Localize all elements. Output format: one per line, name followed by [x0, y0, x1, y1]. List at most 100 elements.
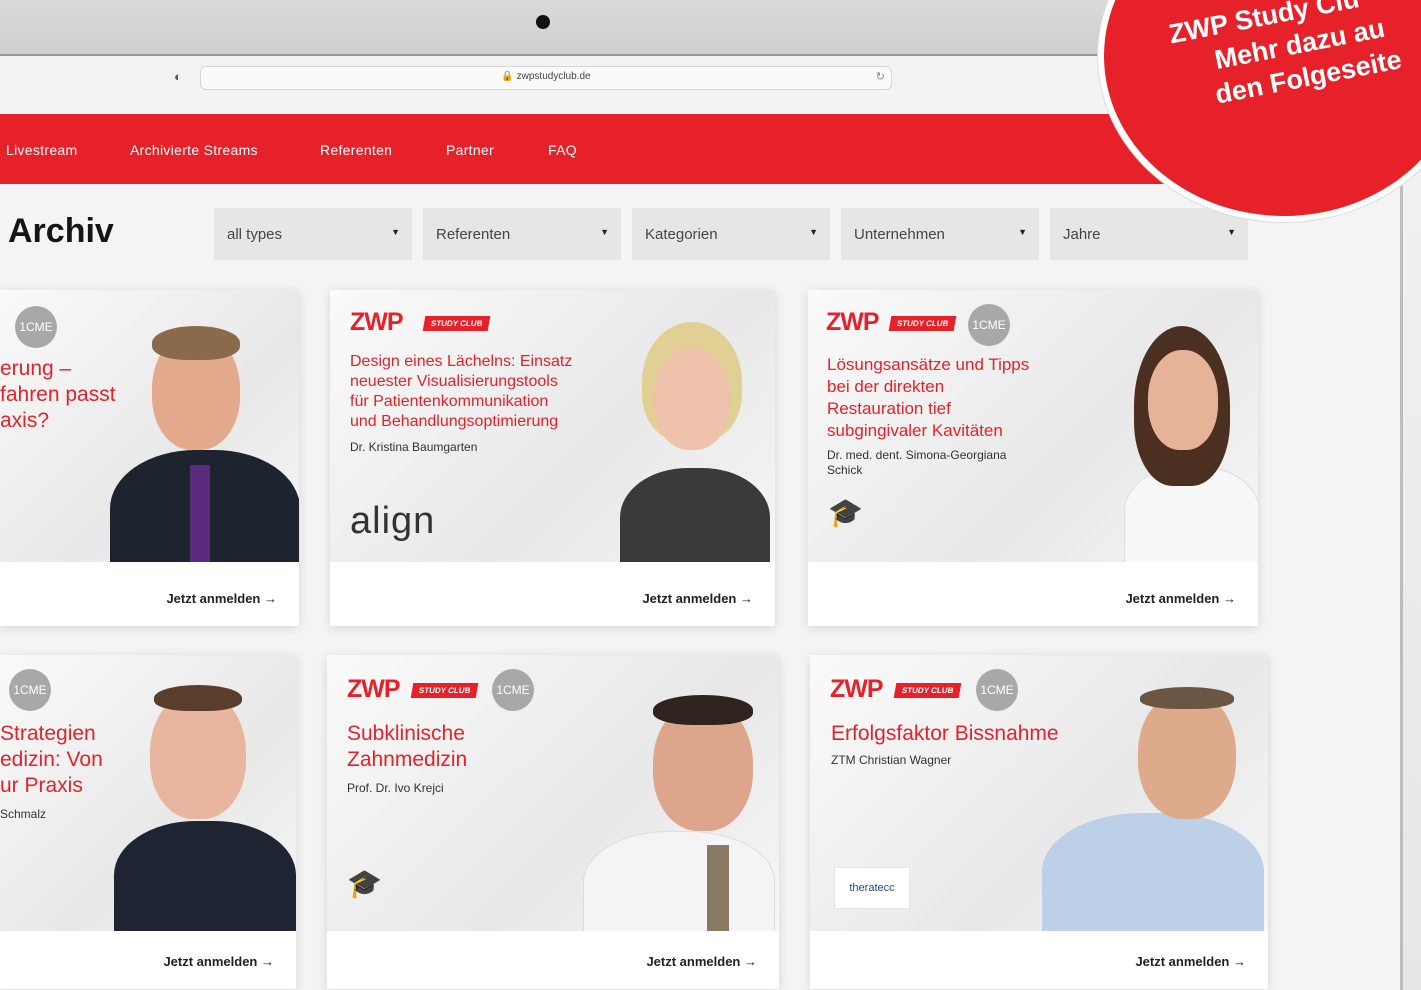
speaker-photo	[110, 681, 296, 931]
title-line: subgingivaler Kavitäten	[827, 421, 1003, 440]
nav-archived-streams[interactable]: Archivierte Streams	[130, 142, 258, 158]
title-line: für Patientenkommunikation	[350, 393, 549, 410]
filter-type[interactable]: all types ▼	[214, 208, 412, 260]
title-line: Restauration tief	[827, 399, 951, 418]
card-banner: ZWP STUDY CLUB Design eines Lächelns: Ei…	[330, 290, 775, 562]
title-line: ur Praxis	[0, 774, 83, 797]
register-label: Jetzt anmelden	[1135, 954, 1230, 969]
webinar-card[interactable]: 1CME Strategien edizin: Von ur Praxis Sc…	[0, 655, 296, 989]
register-button[interactable]: Jetzt anmelden →	[646, 954, 757, 969]
speaker-suit	[114, 821, 296, 931]
webinar-card[interactable]: ZWP STUDY CLUB 1CME Subklinische Zahnmed…	[327, 655, 779, 989]
register-label: Jetzt anmelden	[642, 591, 737, 606]
filter-years-label: Jahre	[1063, 226, 1101, 243]
card-title: Subklinische Zahnmedizin	[347, 721, 467, 773]
arrow-right-icon: →	[264, 591, 277, 606]
filter-speakers[interactable]: Referenten ▼	[423, 208, 621, 260]
speaker-shirt	[1042, 813, 1264, 931]
card-banner: 1CME Strategien edizin: Von ur Praxis Sc…	[0, 655, 296, 931]
card-banner: ZWP STUDY CLUB 1CME Subklinische Zahnmed…	[327, 655, 779, 931]
cme-badge: 1CME	[976, 669, 1018, 711]
title-line: Lösungsansätze und Tipps	[827, 355, 1030, 374]
title-line: fahren passt	[0, 383, 116, 406]
webinar-card[interactable]: ZWP STUDY CLUB 1CME Erfolgsfaktor Bissna…	[810, 655, 1268, 989]
page-title: Archiv	[8, 212, 114, 250]
register-label: Jetzt anmelden	[1125, 591, 1220, 606]
speaker-hair	[154, 685, 242, 711]
cme-badge: 1CME	[492, 669, 534, 711]
speaker-photo	[1032, 685, 1268, 931]
speaker-hair	[152, 326, 240, 360]
url-value: zwpstudyclub.de	[516, 71, 591, 82]
nav-faq[interactable]: FAQ	[548, 142, 577, 158]
graduation-cap-icon: 🎓	[828, 497, 863, 528]
card-title: Strategien edizin: Von ur Praxis	[0, 721, 103, 799]
speaker-hair	[1140, 687, 1234, 709]
graduation-cap-icon: 🎓	[347, 868, 382, 899]
speaker-photo	[104, 320, 299, 562]
register-label: Jetzt anmelden	[646, 954, 741, 969]
cme-badge: 1CME	[9, 669, 51, 711]
speaker-name: Dr. med. dent. Simona-Georgiana Schick	[827, 448, 1007, 477]
speaker-photo	[612, 318, 775, 562]
card-banner: 1CME erung – fahren passt axis?	[0, 290, 299, 562]
arrow-right-icon: →	[1223, 591, 1236, 606]
title-line: erung –	[0, 357, 72, 380]
speaker-name: Dr. Kristina Baumgarten	[350, 440, 478, 454]
chevron-down-icon: ▼	[809, 227, 818, 237]
title-line: Zahnmedizin	[347, 748, 468, 771]
filter-speakers-label: Referenten	[436, 226, 511, 243]
chevron-down-icon: ▼	[1227, 227, 1236, 237]
card-banner: ZWP STUDY CLUB 1CME Erfolgsfaktor Bissna…	[810, 655, 1268, 931]
promo-text: ZWP Study Clu Mehr dazu au den Folgeseit…	[1166, 0, 1421, 118]
register-button[interactable]: Jetzt anmelden →	[1135, 954, 1246, 969]
privacy-shield-icon[interactable]: ◐	[174, 69, 182, 84]
register-button[interactable]: Jetzt anmelden →	[1125, 591, 1236, 606]
speaker-photo	[573, 695, 779, 931]
filter-years[interactable]: Jahre ▼	[1050, 208, 1248, 260]
register-button[interactable]: Jetzt anmelden →	[642, 591, 753, 606]
study-club-tag: STUDY CLUB	[893, 683, 962, 698]
sponsor-logo-align: align	[350, 500, 436, 542]
title-line: Subklinische	[347, 722, 465, 745]
filter-categories[interactable]: Kategorien ▼	[632, 208, 830, 260]
register-button[interactable]: Jetzt anmelden →	[166, 591, 277, 606]
nav-partner[interactable]: Partner	[446, 142, 494, 158]
nav-livestream[interactable]: Livestream	[6, 142, 77, 158]
card-title: Lösungsansätze und Tipps bei der direkte…	[827, 354, 1029, 442]
webinar-card[interactable]: ZWP STUDY CLUB Design eines Lächelns: Ei…	[330, 290, 775, 626]
camera-dot	[536, 15, 550, 29]
register-button[interactable]: Jetzt anmelden →	[163, 954, 274, 969]
reload-icon[interactable]: ↻	[876, 70, 885, 83]
address-bar[interactable]: 🔒 zwpstudyclub.de ↻	[200, 66, 892, 90]
speaker-hair	[653, 695, 753, 725]
speaker-name: ZTM Christian Wagner	[831, 753, 952, 767]
title-line: Erfolgsfaktor Bissnahme	[831, 722, 1059, 745]
zwp-logo: ZWP	[347, 675, 401, 703]
speaker-tie	[190, 465, 210, 562]
title-line: Strategien	[0, 722, 96, 745]
study-club-tag: STUDY CLUB	[410, 683, 479, 698]
arrow-right-icon: →	[740, 591, 753, 606]
card-banner: ZWP STUDY CLUB 1CME Lösungsansätze und T…	[808, 290, 1258, 562]
filter-type-label: all types	[227, 226, 283, 243]
cme-badge: 1CME	[15, 306, 57, 348]
nav-speakers[interactable]: Referenten	[320, 142, 392, 158]
webinar-card[interactable]: ZWP STUDY CLUB 1CME Lösungsansätze und T…	[808, 290, 1258, 626]
card-title: Design eines Lächelns: Einsatz neuester …	[350, 352, 572, 432]
zwp-logo: ZWP	[830, 675, 884, 703]
zwp-logo: ZWP	[350, 308, 404, 336]
chevron-down-icon: ▼	[391, 227, 400, 237]
card-title: erung – fahren passt axis?	[0, 356, 116, 434]
filter-companies[interactable]: Unternehmen ▼	[841, 208, 1039, 260]
title-line: axis?	[0, 409, 50, 432]
arrow-right-icon: →	[1233, 954, 1246, 969]
chevron-down-icon: ▼	[1018, 227, 1027, 237]
webinar-card[interactable]: 1CME erung – fahren passt axis? Jetzt an…	[0, 290, 299, 626]
arrow-right-icon: →	[261, 954, 274, 969]
speaker-face	[1138, 691, 1236, 819]
speaker-photo	[1108, 316, 1258, 562]
title-line: edizin: Von	[0, 748, 103, 771]
url-text: 🔒 zwpstudyclub.de	[501, 71, 591, 82]
study-club-tag: STUDY CLUB	[888, 316, 957, 331]
